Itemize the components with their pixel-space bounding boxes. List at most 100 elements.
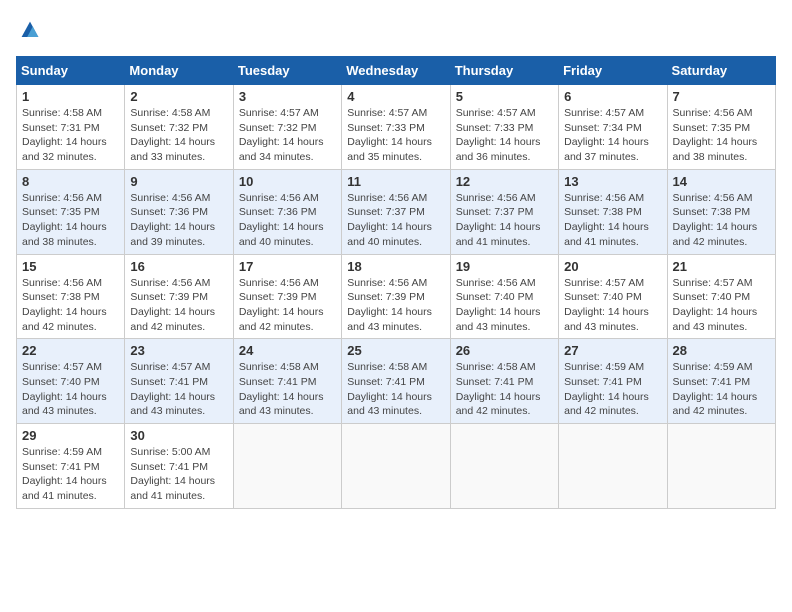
calendar-week-row: 29 Sunrise: 4:59 AMSunset: 7:41 PMDaylig…: [17, 424, 776, 509]
day-number: 9: [130, 174, 227, 189]
day-info: Sunrise: 4:56 AMSunset: 7:38 PMDaylight:…: [564, 192, 649, 248]
weekday-header-tuesday: Tuesday: [233, 57, 341, 85]
calendar-week-row: 8 Sunrise: 4:56 AMSunset: 7:35 PMDayligh…: [17, 169, 776, 254]
calendar-cell: 16 Sunrise: 4:56 AMSunset: 7:39 PMDaylig…: [125, 254, 233, 339]
day-number: 25: [347, 343, 444, 358]
day-info: Sunrise: 4:57 AMSunset: 7:33 PMDaylight:…: [456, 107, 541, 163]
day-number: 13: [564, 174, 661, 189]
logo-icon: [16, 16, 44, 44]
day-number: 11: [347, 174, 444, 189]
day-number: 26: [456, 343, 553, 358]
day-info: Sunrise: 4:59 AMSunset: 7:41 PMDaylight:…: [22, 446, 107, 502]
day-number: 23: [130, 343, 227, 358]
day-number: 10: [239, 174, 336, 189]
calendar-cell: 30 Sunrise: 5:00 AMSunset: 7:41 PMDaylig…: [125, 424, 233, 509]
calendar-cell: [559, 424, 667, 509]
day-info: Sunrise: 4:57 AMSunset: 7:41 PMDaylight:…: [130, 361, 215, 417]
weekday-header-thursday: Thursday: [450, 57, 558, 85]
day-info: Sunrise: 4:58 AMSunset: 7:41 PMDaylight:…: [456, 361, 541, 417]
calendar-cell: 14 Sunrise: 4:56 AMSunset: 7:38 PMDaylig…: [667, 169, 775, 254]
day-number: 1: [22, 89, 119, 104]
day-info: Sunrise: 4:58 AMSunset: 7:41 PMDaylight:…: [347, 361, 432, 417]
calendar-cell: 1 Sunrise: 4:58 AMSunset: 7:31 PMDayligh…: [17, 85, 125, 170]
day-info: Sunrise: 4:56 AMSunset: 7:35 PMDaylight:…: [673, 107, 758, 163]
day-info: Sunrise: 4:57 AMSunset: 7:33 PMDaylight:…: [347, 107, 432, 163]
calendar-cell: 11 Sunrise: 4:56 AMSunset: 7:37 PMDaylig…: [342, 169, 450, 254]
day-info: Sunrise: 4:56 AMSunset: 7:39 PMDaylight:…: [130, 277, 215, 333]
calendar-cell: 8 Sunrise: 4:56 AMSunset: 7:35 PMDayligh…: [17, 169, 125, 254]
calendar-cell: 13 Sunrise: 4:56 AMSunset: 7:38 PMDaylig…: [559, 169, 667, 254]
calendar-table: SundayMondayTuesdayWednesdayThursdayFrid…: [16, 56, 776, 509]
calendar-cell: 17 Sunrise: 4:56 AMSunset: 7:39 PMDaylig…: [233, 254, 341, 339]
calendar-cell: 15 Sunrise: 4:56 AMSunset: 7:38 PMDaylig…: [17, 254, 125, 339]
day-info: Sunrise: 4:57 AMSunset: 7:40 PMDaylight:…: [673, 277, 758, 333]
day-info: Sunrise: 4:57 AMSunset: 7:40 PMDaylight:…: [564, 277, 649, 333]
day-info: Sunrise: 4:56 AMSunset: 7:37 PMDaylight:…: [347, 192, 432, 248]
day-info: Sunrise: 4:58 AMSunset: 7:41 PMDaylight:…: [239, 361, 324, 417]
calendar-cell: 29 Sunrise: 4:59 AMSunset: 7:41 PMDaylig…: [17, 424, 125, 509]
calendar-cell: 5 Sunrise: 4:57 AMSunset: 7:33 PMDayligh…: [450, 85, 558, 170]
day-info: Sunrise: 4:56 AMSunset: 7:36 PMDaylight:…: [239, 192, 324, 248]
day-info: Sunrise: 4:56 AMSunset: 7:39 PMDaylight:…: [347, 277, 432, 333]
calendar-week-row: 1 Sunrise: 4:58 AMSunset: 7:31 PMDayligh…: [17, 85, 776, 170]
day-info: Sunrise: 4:56 AMSunset: 7:38 PMDaylight:…: [22, 277, 107, 333]
day-number: 22: [22, 343, 119, 358]
day-info: Sunrise: 4:56 AMSunset: 7:37 PMDaylight:…: [456, 192, 541, 248]
calendar-header-row: SundayMondayTuesdayWednesdayThursdayFrid…: [17, 57, 776, 85]
calendar-cell: [233, 424, 341, 509]
page-header: [16, 16, 776, 44]
calendar-cell: 26 Sunrise: 4:58 AMSunset: 7:41 PMDaylig…: [450, 339, 558, 424]
calendar-cell: 20 Sunrise: 4:57 AMSunset: 7:40 PMDaylig…: [559, 254, 667, 339]
calendar-cell: 28 Sunrise: 4:59 AMSunset: 7:41 PMDaylig…: [667, 339, 775, 424]
calendar-cell: 22 Sunrise: 4:57 AMSunset: 7:40 PMDaylig…: [17, 339, 125, 424]
day-number: 21: [673, 259, 770, 274]
day-number: 24: [239, 343, 336, 358]
weekday-header-saturday: Saturday: [667, 57, 775, 85]
calendar-cell: 18 Sunrise: 4:56 AMSunset: 7:39 PMDaylig…: [342, 254, 450, 339]
day-number: 6: [564, 89, 661, 104]
calendar-week-row: 22 Sunrise: 4:57 AMSunset: 7:40 PMDaylig…: [17, 339, 776, 424]
day-info: Sunrise: 4:59 AMSunset: 7:41 PMDaylight:…: [564, 361, 649, 417]
day-number: 28: [673, 343, 770, 358]
day-info: Sunrise: 4:56 AMSunset: 7:36 PMDaylight:…: [130, 192, 215, 248]
day-number: 12: [456, 174, 553, 189]
day-info: Sunrise: 4:57 AMSunset: 7:40 PMDaylight:…: [22, 361, 107, 417]
calendar-cell: 21 Sunrise: 4:57 AMSunset: 7:40 PMDaylig…: [667, 254, 775, 339]
calendar-cell: [667, 424, 775, 509]
day-info: Sunrise: 4:56 AMSunset: 7:39 PMDaylight:…: [239, 277, 324, 333]
day-number: 29: [22, 428, 119, 443]
day-info: Sunrise: 4:58 AMSunset: 7:32 PMDaylight:…: [130, 107, 215, 163]
weekday-header-sunday: Sunday: [17, 57, 125, 85]
calendar-cell: 9 Sunrise: 4:56 AMSunset: 7:36 PMDayligh…: [125, 169, 233, 254]
day-number: 7: [673, 89, 770, 104]
calendar-cell: 24 Sunrise: 4:58 AMSunset: 7:41 PMDaylig…: [233, 339, 341, 424]
day-number: 17: [239, 259, 336, 274]
day-info: Sunrise: 4:56 AMSunset: 7:38 PMDaylight:…: [673, 192, 758, 248]
calendar-cell: 2 Sunrise: 4:58 AMSunset: 7:32 PMDayligh…: [125, 85, 233, 170]
day-info: Sunrise: 4:56 AMSunset: 7:40 PMDaylight:…: [456, 277, 541, 333]
day-info: Sunrise: 4:56 AMSunset: 7:35 PMDaylight:…: [22, 192, 107, 248]
day-number: 27: [564, 343, 661, 358]
weekday-header-monday: Monday: [125, 57, 233, 85]
logo: [16, 16, 48, 44]
day-number: 5: [456, 89, 553, 104]
day-info: Sunrise: 4:59 AMSunset: 7:41 PMDaylight:…: [673, 361, 758, 417]
calendar-cell: 12 Sunrise: 4:56 AMSunset: 7:37 PMDaylig…: [450, 169, 558, 254]
day-info: Sunrise: 4:57 AMSunset: 7:34 PMDaylight:…: [564, 107, 649, 163]
calendar-cell: [450, 424, 558, 509]
day-number: 2: [130, 89, 227, 104]
calendar-cell: 10 Sunrise: 4:56 AMSunset: 7:36 PMDaylig…: [233, 169, 341, 254]
calendar-cell: 6 Sunrise: 4:57 AMSunset: 7:34 PMDayligh…: [559, 85, 667, 170]
day-number: 8: [22, 174, 119, 189]
calendar-week-row: 15 Sunrise: 4:56 AMSunset: 7:38 PMDaylig…: [17, 254, 776, 339]
day-number: 15: [22, 259, 119, 274]
calendar-cell: 3 Sunrise: 4:57 AMSunset: 7:32 PMDayligh…: [233, 85, 341, 170]
calendar-cell: 25 Sunrise: 4:58 AMSunset: 7:41 PMDaylig…: [342, 339, 450, 424]
calendar-cell: 7 Sunrise: 4:56 AMSunset: 7:35 PMDayligh…: [667, 85, 775, 170]
day-info: Sunrise: 4:57 AMSunset: 7:32 PMDaylight:…: [239, 107, 324, 163]
weekday-header-wednesday: Wednesday: [342, 57, 450, 85]
day-number: 16: [130, 259, 227, 274]
calendar-cell: [342, 424, 450, 509]
day-number: 18: [347, 259, 444, 274]
calendar-cell: 4 Sunrise: 4:57 AMSunset: 7:33 PMDayligh…: [342, 85, 450, 170]
